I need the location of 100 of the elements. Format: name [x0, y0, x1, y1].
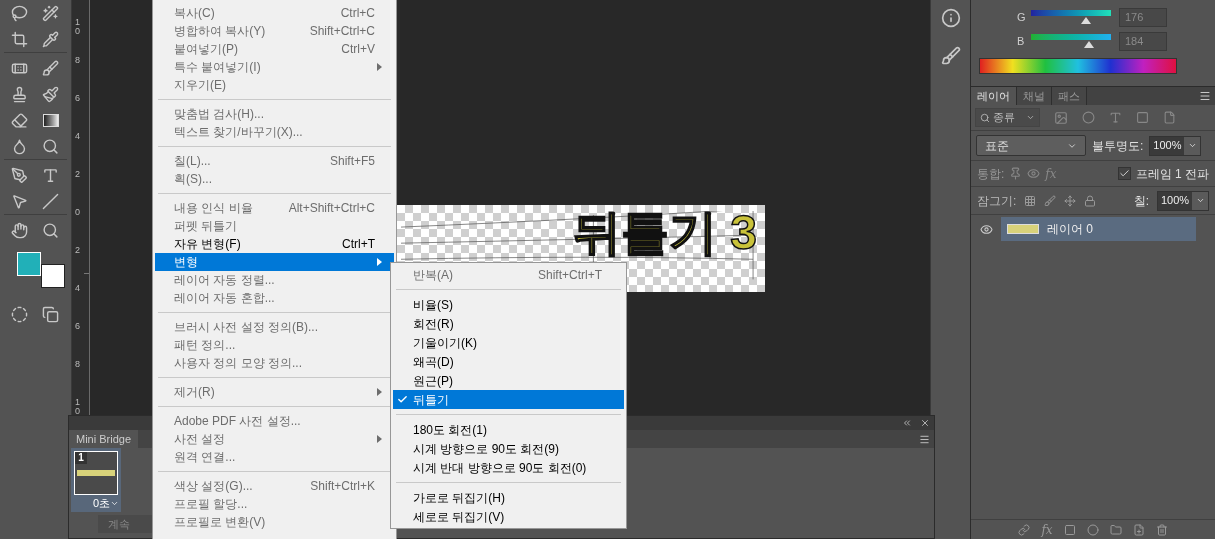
- lasso-icon[interactable]: [11, 4, 28, 22]
- screen-mode-icon[interactable]: [42, 305, 59, 323]
- eyedropper-icon[interactable]: [42, 30, 59, 48]
- channel-label: G: [1016, 9, 1027, 25]
- ruler-label: 10: [75, 398, 80, 416]
- menu-item[interactable]: 비율(S): [393, 295, 624, 314]
- hand-icon[interactable]: [11, 221, 28, 239]
- panel-menu-icon[interactable]: [919, 433, 930, 445]
- ruler-label: 8: [75, 56, 80, 65]
- lock-label: 잠그기:: [977, 192, 1017, 210]
- menu-item[interactable]: 회전(R): [393, 314, 624, 333]
- menu-item[interactable]: 기울이기(K): [393, 333, 624, 352]
- gradient-icon[interactable]: [42, 113, 59, 127]
- stamp-icon[interactable]: [11, 85, 28, 103]
- ruler-label: 2: [75, 246, 80, 255]
- checkbox-label: 프레임 1 전파: [1135, 165, 1209, 183]
- menu-item[interactable]: 가로로 뒤집기(H): [393, 488, 624, 507]
- submenu-arrow-icon: [377, 388, 382, 396]
- ruler-label: 2: [75, 170, 80, 179]
- line-icon[interactable]: [42, 192, 59, 210]
- channel-value-field[interactable]: 184: [1119, 31, 1167, 51]
- lock-icon[interactable]: [1084, 194, 1097, 207]
- channel-slider[interactable]: [1031, 33, 1111, 49]
- foreground-color-swatch[interactable]: [17, 252, 41, 276]
- menu-item[interactable]: 시계 반대 방향으로 90도 회전(0): [393, 458, 624, 477]
- channel-slider[interactable]: [1031, 9, 1111, 25]
- close-icon[interactable]: [920, 418, 930, 428]
- ruler-label: 4: [75, 132, 80, 141]
- type-icon[interactable]: [42, 166, 59, 184]
- submenu-arrow-icon: [377, 63, 382, 71]
- menu-item[interactable]: 세로로 뒤집기(V): [393, 507, 624, 526]
- shortcut-text: Ctrl+V: [341, 41, 376, 58]
- background-color-swatch[interactable]: [41, 264, 65, 288]
- animation-frame[interactable]: 1 0초: [71, 448, 121, 512]
- menu-item[interactable]: 변형: [155, 253, 394, 271]
- shortcut-text: Shift+Ctrl+C: [309, 23, 376, 40]
- shortcut-text: Shift+F5: [329, 153, 376, 170]
- layer-thumbnail: [1007, 224, 1039, 234]
- ruler-label: 4: [75, 284, 80, 293]
- menu-item[interactable]: 180도 회전(1): [393, 420, 624, 439]
- canvas-text: 뒤틀기 3: [572, 207, 757, 259]
- color-spectrum[interactable]: [979, 58, 1177, 74]
- channel-value-field[interactable]: 176: [1119, 7, 1167, 27]
- panel-menu-icon[interactable]: [1199, 90, 1211, 102]
- pointer-icon[interactable]: [11, 192, 28, 210]
- ruler-label: 10: [75, 18, 80, 36]
- move-icon[interactable]: [1064, 194, 1077, 207]
- check-icon: [397, 394, 408, 405]
- brush-icon[interactable]: [940, 46, 961, 66]
- fill-label: 칠:: [1133, 192, 1149, 210]
- zoom-icon[interactable]: [42, 221, 59, 239]
- caret-icon: [1195, 196, 1205, 205]
- shortcut-text: Alt+Shift+Ctrl+C: [288, 200, 376, 217]
- caret-icon: [1187, 141, 1197, 150]
- info-icon[interactable]: [940, 8, 961, 28]
- fill-field[interactable]: 100%: [1157, 190, 1209, 211]
- menu-item[interactable]: 자유 변형(F) Ctrl+T: [155, 235, 394, 253]
- collapse-icon[interactable]: [902, 418, 912, 428]
- panel-tab[interactable]: 채널: [1017, 87, 1052, 105]
- panel-tab[interactable]: 레이어: [971, 87, 1017, 105]
- brush-icon[interactable]: [42, 59, 59, 77]
- layer-row[interactable]: 레이어 0: [1001, 217, 1196, 241]
- search-icon: [980, 112, 990, 123]
- shortcut-text: Shift+Ctrl+K: [310, 478, 376, 495]
- checker-icon[interactable]: [1024, 194, 1037, 207]
- frame-delay[interactable]: 0초: [92, 495, 121, 512]
- filter-dropdown[interactable]: 종류: [975, 108, 1040, 127]
- drop-icon[interactable]: [11, 137, 28, 155]
- opacity-field[interactable]: 100%: [1149, 135, 1202, 156]
- ruler-label: 6: [75, 322, 80, 331]
- opacity-label: 불투명도:: [1092, 137, 1144, 155]
- eye-icon[interactable]: [979, 222, 993, 236]
- trash-icon[interactable]: [1155, 523, 1168, 536]
- eraser-icon[interactable]: [11, 111, 28, 129]
- panel-tab[interactable]: Mini Bridge: [69, 430, 139, 448]
- checkbox[interactable]: [1117, 167, 1131, 180]
- link-icon[interactable]: [1018, 523, 1031, 536]
- quick-mask-icon[interactable]: [11, 305, 28, 323]
- magnifier-icon[interactable]: [42, 137, 59, 155]
- ruler-label: 6: [75, 94, 80, 103]
- mask-icon[interactable]: [1063, 523, 1076, 536]
- submenu-arrow-icon: [377, 435, 382, 443]
- menu-item[interactable]: 뒤틀기: [393, 390, 624, 409]
- paintbrush-icon[interactable]: [42, 85, 59, 103]
- shortcut-text: Ctrl+T: [342, 236, 376, 253]
- menu-item[interactable]: 시계 방향으로 90도 회전(9): [393, 439, 624, 458]
- menu-item[interactable]: 왜곡(D): [393, 352, 624, 371]
- shortcut-text: Shift+Ctrl+T: [537, 266, 603, 284]
- submenu-arrow-icon: [377, 258, 382, 266]
- ruler-label: 8: [75, 360, 80, 369]
- shortcut-text: Ctrl+C: [340, 5, 376, 22]
- panel-tab[interactable]: 패스: [1052, 87, 1087, 105]
- menu-item[interactable]: 원근(P): [393, 371, 624, 390]
- crop-icon[interactable]: [11, 30, 28, 48]
- fx-icon[interactable]: fx: [1041, 520, 1053, 539]
- magic-wand-icon[interactable]: [42, 4, 59, 22]
- pen-icon[interactable]: [11, 166, 28, 184]
- new-layer-icon[interactable]: [1132, 523, 1145, 536]
- blend-mode-dropdown[interactable]: 표준: [976, 135, 1086, 156]
- caret-icon: [1026, 113, 1035, 122]
